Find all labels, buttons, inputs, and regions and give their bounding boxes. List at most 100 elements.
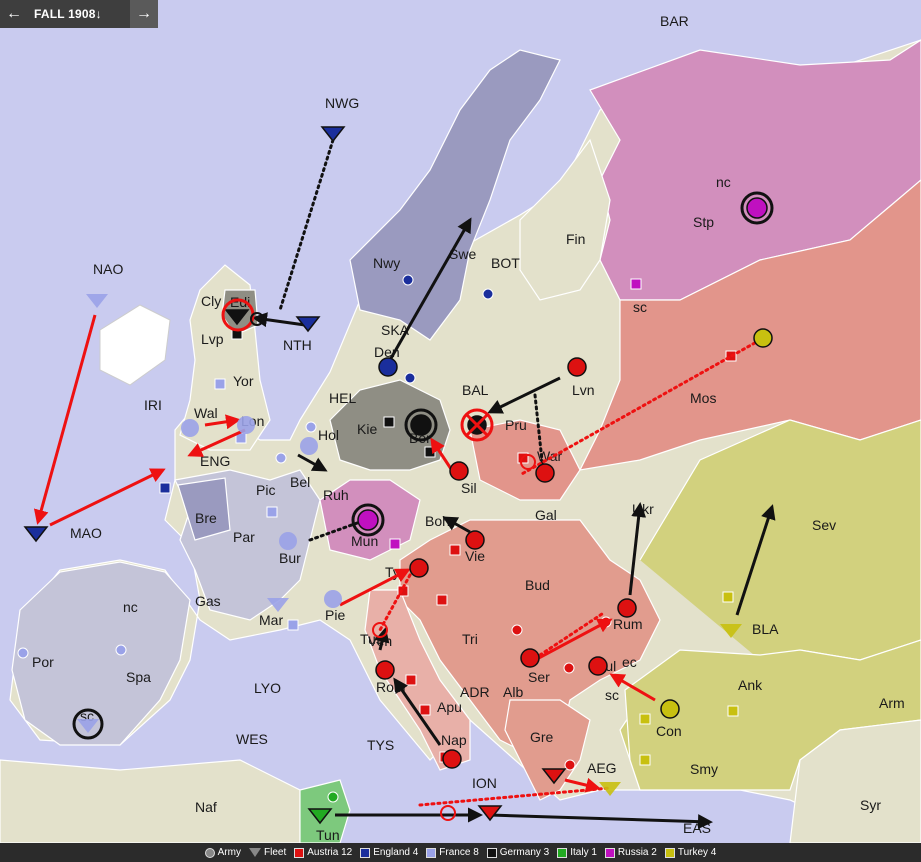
- army-unit[interactable]: [520, 648, 540, 668]
- supply-center: [17, 647, 29, 659]
- supply-center: [449, 544, 461, 556]
- label-adr: ADR: [460, 684, 490, 700]
- army-unit[interactable]: [449, 461, 469, 481]
- army-unit[interactable]: [375, 660, 395, 680]
- supply-center: [511, 624, 523, 636]
- label-wal: Wal: [194, 405, 218, 421]
- legend-item: Austria 12: [294, 847, 352, 858]
- fleet-icon: [248, 848, 261, 857]
- army-unit[interactable]: [378, 357, 398, 377]
- legend-label: Fleet: [263, 847, 287, 858]
- label-par: Par: [233, 529, 255, 545]
- label-bud: Bud: [525, 577, 550, 593]
- legend-label: Italy 1: [570, 847, 597, 858]
- label-eng: ENG: [200, 453, 230, 469]
- legend-label: Army: [217, 847, 241, 858]
- legend-label: Turkey 4: [677, 847, 717, 858]
- army-unit[interactable]: [753, 328, 773, 348]
- label-hel: HEL: [329, 390, 356, 406]
- label-lyo: LYO: [254, 680, 281, 696]
- army-unit[interactable]: [404, 408, 438, 442]
- army-unit[interactable]: [442, 749, 462, 769]
- next-turn-button[interactable]: →: [130, 0, 158, 28]
- label-sev: Sev: [812, 517, 836, 533]
- supply-center: [214, 378, 226, 390]
- label-ukr: Ukr: [632, 501, 654, 517]
- supply-center: [630, 278, 642, 290]
- label-nao: NAO: [93, 261, 123, 277]
- army-unit[interactable]: [279, 532, 297, 550]
- region-north-africa: [0, 759, 301, 843]
- legend-item: Russia 2: [604, 847, 657, 858]
- label-tus: Tus: [360, 631, 383, 647]
- legend-item: Italy 1: [557, 847, 597, 858]
- label-aeg: AEG: [587, 760, 617, 776]
- label-pic: Pic: [256, 482, 275, 498]
- label-iri: IRI: [144, 397, 162, 413]
- label-mos: Mos: [690, 390, 716, 406]
- diplomacy-map[interactable]: BARNWGNAONTHSKAHEL BALBOTIRIENGMAOLYOWES T…: [0, 0, 921, 843]
- army-unit[interactable]: [617, 598, 637, 618]
- label-bar: BAR: [660, 13, 689, 29]
- label-rum: Rum: [613, 616, 643, 632]
- label-bre: Bre: [195, 510, 217, 526]
- label-tys: TYS: [367, 737, 394, 753]
- supply-center: [405, 674, 417, 686]
- supply-center: [564, 759, 576, 771]
- army-unit[interactable]: [740, 191, 774, 225]
- label-sil: Sil: [461, 480, 477, 496]
- supply-center: [266, 506, 278, 518]
- label-bul_sc: sc: [605, 687, 619, 703]
- label-mao: MAO: [70, 525, 102, 541]
- color-swatch-icon: [360, 847, 371, 858]
- label-tri: Tri: [462, 631, 478, 647]
- army-unit[interactable]: [409, 558, 429, 578]
- label-bur: Bur: [279, 550, 301, 566]
- army-unit[interactable]: [588, 656, 608, 676]
- turn-navigator: ← FALL 1908↓ →: [0, 0, 158, 28]
- supply-center: [402, 274, 414, 286]
- army-unit[interactable]: [351, 503, 385, 537]
- army-unit[interactable]: [237, 416, 255, 434]
- color-swatch-icon: [557, 847, 568, 858]
- supply-center: [383, 416, 395, 428]
- army-unit[interactable]: [181, 419, 199, 437]
- label-nwy: Nwy: [373, 255, 400, 271]
- label-gas: Gas: [195, 593, 221, 609]
- label-mar: Mar: [259, 612, 283, 628]
- label-gre: Gre: [530, 729, 554, 745]
- supply-center: [436, 594, 448, 606]
- label-smy: Smy: [690, 761, 718, 777]
- label-ion: ION: [472, 775, 497, 791]
- army-unit[interactable]: [535, 463, 555, 483]
- legend-item: France 8: [426, 847, 479, 858]
- label-syr: Syr: [860, 797, 881, 813]
- label-lvn: Lvn: [572, 382, 595, 398]
- army-unit[interactable]: [567, 357, 587, 377]
- army-icon: [204, 847, 215, 858]
- label-nwg: NWG: [325, 95, 359, 111]
- label-ser: Ser: [528, 669, 550, 685]
- label-bel: Bel: [290, 474, 310, 490]
- label-kie: Kie: [357, 421, 377, 437]
- label-por: Por: [32, 654, 54, 670]
- supply-center: [287, 619, 299, 631]
- color-swatch-icon: [664, 847, 675, 858]
- supply-center: [327, 791, 339, 803]
- prev-turn-button[interactable]: ←: [0, 0, 28, 28]
- legend-label: Germany 3: [499, 847, 550, 858]
- legend-item: Fleet: [248, 847, 287, 858]
- supply-center: [482, 288, 494, 300]
- army-unit[interactable]: [300, 437, 318, 455]
- label-ruh: Ruh: [323, 487, 349, 503]
- army-unit[interactable]: [465, 530, 485, 550]
- arrow-down-icon: ↓: [95, 7, 102, 21]
- supply-center: [389, 538, 401, 550]
- supply-center: [727, 705, 739, 717]
- army-unit[interactable]: [465, 413, 489, 437]
- army-unit[interactable]: [324, 590, 342, 608]
- label-vie: Vie: [465, 548, 485, 564]
- supply-center: [404, 372, 416, 384]
- army-unit[interactable]: [660, 699, 680, 719]
- legend-label: Austria 12: [307, 847, 353, 858]
